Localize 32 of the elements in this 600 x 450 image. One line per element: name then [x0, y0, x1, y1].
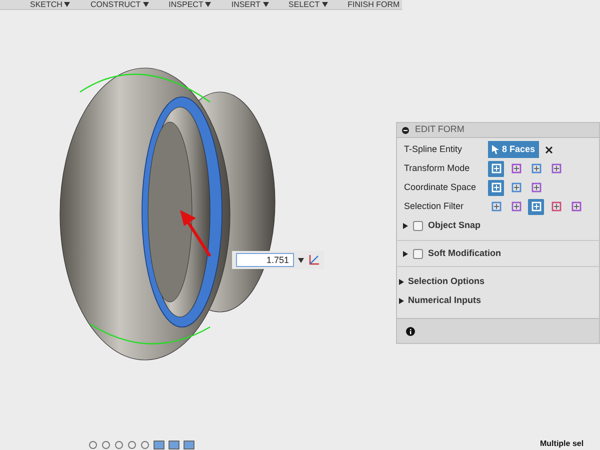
row-label: T-Spline Entity	[404, 142, 464, 156]
toolbar-menu[interactable]: CONSTRUCT	[90, 0, 149, 8]
section-header[interactable]: Numerical Inputs	[408, 294, 482, 308]
axes-icon[interactable]	[308, 254, 320, 266]
expand-icon[interactable]	[403, 250, 408, 256]
checkbox[interactable]	[413, 221, 423, 231]
collapse-icon[interactable]	[402, 126, 409, 134]
row-label: Coordinate Space	[404, 180, 478, 194]
info-icon[interactable]	[406, 326, 415, 336]
status-text: Multiple sel	[540, 439, 584, 449]
expand-icon[interactable]	[399, 278, 404, 284]
close-button[interactable]	[545, 146, 554, 154]
selection-button[interactable]: 8 Faces	[488, 141, 540, 158]
option-label: Object Snap	[428, 219, 481, 232]
row-label: Selection Filter	[404, 200, 465, 213]
toolbar-menu[interactable]: INSPECT	[168, 0, 212, 8]
toolbar-menu[interactable]: SELECT	[288, 0, 328, 8]
row-label: Transform Mode	[404, 162, 471, 175]
cursor-icon	[492, 145, 499, 154]
toolbar-menu[interactable]: FINISH FORM	[348, 0, 400, 8]
checkbox[interactable]	[413, 248, 423, 258]
toolbar-menu[interactable]: INSERT	[231, 0, 269, 8]
toolbar-menu[interactable]: SKETCH	[30, 0, 70, 8]
section-header[interactable]: Selection Options	[408, 274, 485, 288]
orbit-icon[interactable]	[88, 440, 98, 450]
arrow-manipulator-drawing	[178, 208, 214, 258]
panel-title: EDIT FORM	[415, 123, 464, 136]
dimension-input[interactable]: 1.751	[236, 253, 294, 267]
caret-icon	[298, 258, 304, 262]
expand-icon[interactable]	[399, 298, 404, 304]
expand-icon[interactable]	[403, 223, 408, 229]
option-label: Soft Modification	[428, 246, 501, 260]
